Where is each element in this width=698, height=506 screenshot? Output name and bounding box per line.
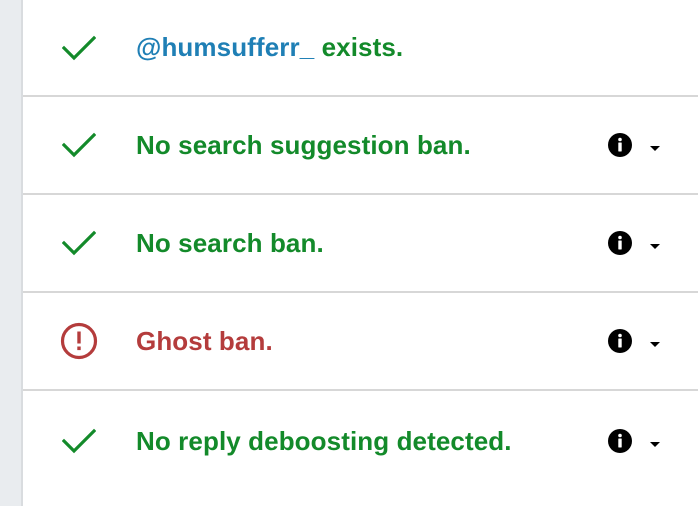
results-list: @humsufferr_ exists. No search suggestio…	[23, 0, 698, 491]
expand-caret-icon[interactable]	[649, 140, 661, 151]
alert-circle-icon	[60, 322, 98, 360]
info-icon[interactable]	[607, 230, 633, 256]
expand-caret-icon[interactable]	[649, 336, 661, 347]
result-label: No reply deboosting detected.	[136, 425, 512, 456]
check-icon	[60, 422, 98, 460]
result-label: No search suggestion ban.	[136, 129, 471, 160]
results-panel: @humsufferr_ exists. No search suggestio…	[0, 0, 698, 506]
account-handle[interactable]: @humsufferr_	[136, 32, 314, 62]
result-row-search-ban: No search ban.	[23, 195, 698, 293]
exists-suffix: exists.	[314, 32, 404, 62]
check-icon	[60, 126, 98, 164]
left-gutter	[0, 0, 21, 506]
expand-caret-icon[interactable]	[649, 436, 661, 447]
result-row-ghost-ban: Ghost ban.	[23, 293, 698, 391]
info-icon[interactable]	[607, 328, 633, 354]
result-text-exists: @humsufferr_ exists.	[136, 32, 403, 63]
check-icon	[60, 224, 98, 262]
result-row-reply-deboosting: No reply deboosting detected.	[23, 391, 698, 491]
result-label: No search ban.	[136, 227, 324, 258]
check-icon	[60, 29, 98, 67]
info-icon[interactable]	[607, 132, 633, 158]
expand-caret-icon[interactable]	[649, 238, 661, 249]
info-icon[interactable]	[607, 428, 633, 454]
result-row-search-suggestion-ban: No search suggestion ban.	[23, 97, 698, 195]
result-row-exists: @humsufferr_ exists.	[23, 0, 698, 97]
result-label: Ghost ban.	[136, 325, 273, 356]
